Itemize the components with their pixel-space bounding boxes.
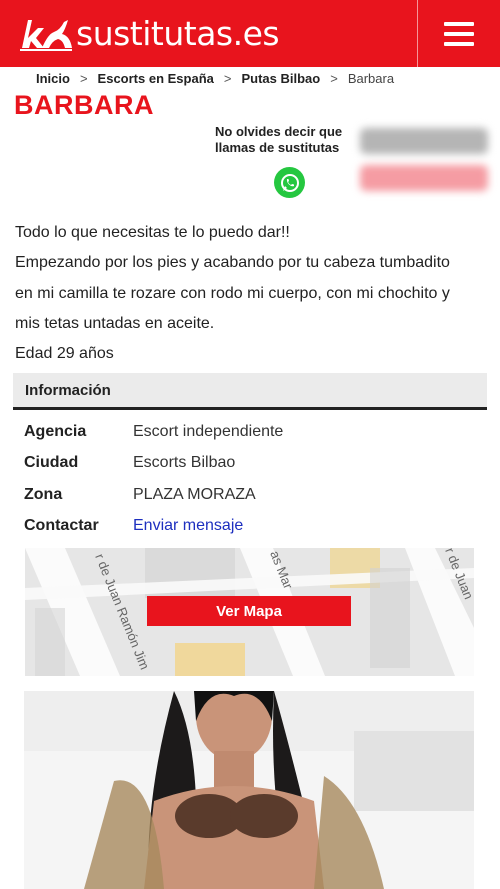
profile-photo[interactable] (24, 691, 474, 889)
info-value: Escorts Bilbao (133, 454, 236, 471)
info-label: Zona (24, 486, 63, 503)
info-value: PLAZA MORAZA (133, 486, 256, 503)
breadcrumb-escorts-espana[interactable]: Escorts en España (98, 71, 214, 86)
site-logo[interactable]: sustitutas.es (18, 8, 280, 58)
info-row-agencia: Agencia Escort independiente (24, 423, 484, 445)
info-section-header: Información (13, 373, 487, 410)
whatsapp-icon (280, 173, 299, 192)
info-label: Ciudad (24, 454, 79, 471)
location-map[interactable]: r de Juan Ramón Jim as Mar r de Juan Ver… (25, 548, 474, 676)
whatsapp-button[interactable] (274, 167, 305, 198)
profile-age: Edad 29 años (15, 345, 114, 363)
info-row-contactar: Contactar Enviar mensaje (24, 517, 484, 539)
breadcrumb-putas-bilbao[interactable]: Putas Bilbao (241, 71, 320, 86)
contact-reminder: No olvides decir que llamas de sustituta… (215, 124, 343, 155)
hamburger-menu-button[interactable] (417, 0, 500, 67)
info-label: Agencia (24, 423, 87, 440)
breadcrumb-current: Barbara (347, 71, 395, 86)
send-message-link[interactable]: Enviar mensaje (133, 517, 243, 535)
profile-name: BARBARA (14, 90, 154, 120)
call-button-blurred[interactable] (360, 165, 488, 191)
phone-number-blurred[interactable] (360, 128, 488, 154)
info-value: Escort independiente (133, 423, 284, 440)
hamburger-menu-icon (444, 21, 474, 26)
breadcrumb-separator: > (79, 71, 88, 86)
info-section-title: Información (25, 382, 111, 399)
profile-photo-image (24, 691, 474, 889)
info-row-ciudad: Ciudad Escorts Bilbao (24, 454, 484, 476)
breadcrumb-home[interactable]: Inicio (36, 71, 70, 86)
breadcrumb-separator: > (223, 71, 232, 86)
breadcrumb-separator: > (330, 71, 338, 86)
breadcrumb: Inicio > Escorts en España > Putas Bilba… (36, 71, 394, 86)
info-row-zona: Zona PLAZA MORAZA (24, 486, 484, 508)
view-map-button[interactable]: Ver Mapa (147, 596, 351, 626)
profile-description: Todo lo que necesitas te lo puedo dar!! … (15, 218, 490, 369)
silhouette-logo-icon (20, 20, 72, 51)
info-label: Contactar (24, 517, 99, 534)
site-name: sustitutas.es (76, 13, 280, 53)
site-header: sustitutas.es (0, 0, 500, 67)
